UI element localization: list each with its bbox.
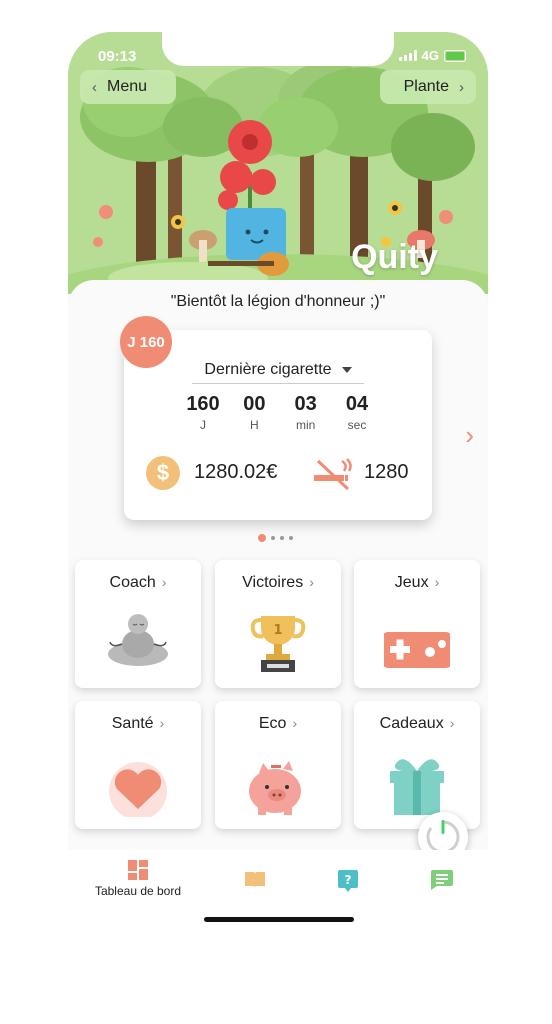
status-indicators: 4G [398,48,466,63]
day-badge: J 160 [120,316,172,368]
tab-learn[interactable] [205,870,305,894]
period-dropdown[interactable]: Dernière cigarette [192,357,364,384]
svg-text:?: ? [345,873,352,887]
book-icon [245,872,265,888]
tile-victoires-label: Victoires [242,574,304,591]
tab-dashboard-label: Tableau de bord [94,884,182,898]
tile-sante[interactable]: Santé › [75,701,201,829]
period-dropdown-label: Dernière cigarette [204,361,332,378]
chevron-right-icon: › [161,574,167,590]
tile-coach-label: Coach [109,574,156,591]
hero-banner: 09:13 4G ‹ Menu Plante › Quity [68,32,488,294]
brand-logo: Quity [351,238,438,276]
page-dot [280,536,284,540]
chevron-right-icon: › [309,574,314,590]
home-indicator[interactable] [204,917,354,922]
tab-chat[interactable] [392,870,488,894]
help-icon: ? [338,870,358,892]
next-card-arrow[interactable]: › [465,420,474,451]
dashboard-content: "Bientôt la légion d'honneur ;)" J 160 D… [68,280,488,862]
chat-icon [431,870,453,890]
tile-eco[interactable]: Eco › [215,701,341,829]
dashboard-icon [128,860,148,880]
money-saved: 1280.02€ [194,461,278,483]
chevron-right-icon: › [459,78,464,96]
tile-cadeaux[interactable]: Cadeaux › [354,701,480,829]
tab-dashboard[interactable]: Tableau de bord [88,860,188,898]
chevron-right-icon: › [434,574,440,590]
cigarettes-avoided: 1280 [364,461,409,483]
tile-victoires[interactable]: Victoires › 1 [215,560,341,688]
timer-minutes: 03 min [294,393,317,432]
page-indicator [258,534,293,542]
menu-button[interactable]: ‹ Menu [80,70,176,104]
menu-button-label: Menu [107,78,148,95]
motivation-quote: "Bientôt la légion d'honneur ;)" [170,293,386,310]
battery-icon [444,49,466,62]
trophy-icon: 1 [250,616,306,672]
plante-button[interactable]: Plante › [380,70,476,104]
tile-eco-label: Eco [258,715,287,732]
signal-icon [398,50,417,61]
chevron-right-icon: › [159,715,165,731]
heart-icon [109,762,167,817]
tile-jeux[interactable]: Jeux › [354,560,480,688]
tab-help[interactable]: ? [298,870,398,896]
tile-sante-label: Santé [111,715,154,732]
tile-jeux-label: Jeux [394,574,429,591]
phone-screen: 09:13 4G ‹ Menu Plante › Quity "Bientôt … [68,32,488,932]
page-dot-active [258,534,266,542]
chevron-right-icon: › [449,715,455,731]
tile-cadeaux-label: Cadeaux [379,715,444,732]
gamepad-icon [384,632,450,668]
status-time: 09:13 [98,48,137,65]
tile-coach[interactable]: Coach › [75,560,201,688]
timer-hours: 00 H [243,393,266,432]
page-dot [289,536,293,540]
gift-icon [390,759,444,815]
elapsed-timer: 160 J 00 H 03 min 04 sec [180,393,380,432]
meditation-icon [108,614,168,666]
chevron-left-icon: ‹ [92,78,97,96]
piggy-bank-icon [249,761,301,815]
notch [162,32,394,66]
svg-text:1: 1 [273,623,282,638]
network-label: 4G [421,48,439,63]
chevron-right-icon: › [292,715,298,731]
coin-icon: $ [146,456,180,490]
no-smoking-icon [314,458,352,491]
plante-button-label: Plante [403,78,449,95]
timer-days: 160 J [186,393,220,432]
page-dot [271,536,275,540]
timer-seconds: 04 sec [345,393,369,432]
caret-down-icon [341,367,352,373]
progress-card: Dernière cigarette 160 J 00 H 03 min 04 sec … [124,330,432,520]
